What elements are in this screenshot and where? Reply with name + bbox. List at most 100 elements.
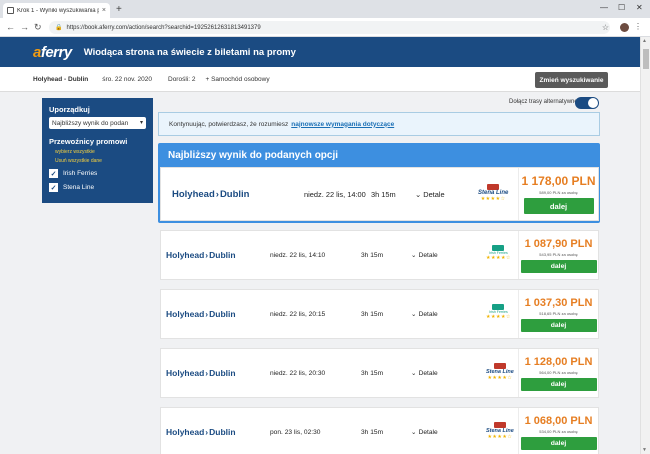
continue-button[interactable]: dalej (520, 377, 597, 391)
browser-menu-icon[interactable]: ⋮ (634, 22, 642, 31)
operator-filter-stena-line[interactable]: ✓ Stena Line (49, 183, 146, 192)
price-block: 1 178,00 PLN 589,00 PLN za osobę dalej (518, 168, 598, 220)
rating-stars: ★★★★☆ (487, 434, 513, 440)
operator-filter-irish-ferries[interactable]: ✓ Irish Ferries (49, 169, 146, 178)
results-content: Uporządkuj Najbliższy wynik do podan ▾ P… (0, 92, 640, 454)
chevron-down-icon: ⌄ (411, 429, 417, 436)
operator-logo: Stena Line ★★★★☆ (486, 422, 514, 440)
url-input[interactable]: 🔒 https://book.aferry.com/action/search?… (49, 21, 610, 34)
new-tab-button[interactable]: + (116, 4, 122, 15)
details-toggle[interactable]: ⌄ Detale (415, 190, 445, 199)
total-price: 1 178,00 PLN (521, 174, 596, 188)
forward-icon[interactable]: → (20, 22, 29, 32)
checkbox-checked-icon[interactable]: ✓ (49, 169, 58, 178)
result-card: Holyhead›Dublin niedz. 22 lis, 20:30 3h … (160, 348, 599, 398)
result-datetime: niedz. 22 lis, 14:00 (304, 189, 366, 199)
chevron-right-icon: › (215, 188, 219, 200)
checkbox-checked-icon[interactable]: ✓ (49, 183, 58, 192)
result-route: Holyhead›Dublin (166, 309, 236, 319)
best-result-card: Holyhead›Dublin niedz. 22 lis, 14:00 3h … (160, 167, 599, 221)
close-window-icon[interactable]: ✕ (636, 3, 643, 12)
search-summary-bar: Holyhead - Dublin śro. 22 nov. 2020 Doro… (0, 67, 640, 92)
result-duration: 3h 15m (371, 189, 396, 199)
summary-route: Holyhead - Dublin (33, 75, 89, 83)
back-icon[interactable]: ← (6, 22, 15, 32)
details-toggle[interactable]: ⌄ Detale (411, 251, 438, 260)
alt-routes-label: Dołącz trasy alternatywne (509, 99, 578, 105)
total-price: 1 068,00 PLN (524, 414, 593, 427)
minimize-icon[interactable]: — (600, 3, 608, 12)
sort-select[interactable]: Najbliższy wynik do podan ▾ (49, 117, 146, 129)
chevron-right-icon: › (205, 250, 209, 260)
operator-logo: Stena Line ★★★★☆ (486, 363, 514, 381)
details-toggle[interactable]: ⌄ Detale (411, 369, 438, 378)
total-price: 1 128,00 PLN (524, 355, 593, 368)
summary-passengers: Dorośli: 2 (168, 75, 196, 83)
result-card: Holyhead›Dublin niedz. 22 lis, 14:10 3h … (160, 230, 599, 280)
filters-sidebar: Uporządkuj Najbliższy wynik do podan ▾ P… (42, 98, 153, 203)
result-duration: 3h 15m (361, 310, 384, 318)
result-route: Holyhead›Dublin (166, 427, 236, 437)
scroll-down-icon[interactable]: ▼ (642, 447, 647, 453)
result-datetime: niedz. 22 lis, 14:10 (270, 251, 326, 259)
scroll-up-icon[interactable]: ▲ (642, 38, 647, 44)
summary-vehicle: + Samochód osobowy (205, 75, 270, 83)
browser-tab[interactable]: Krok 1 - Wyniki wyszukiwania p... × (3, 3, 110, 18)
chevron-down-icon: ⌄ (411, 311, 417, 318)
price-per-person: 589,00 PLN za osobę (539, 190, 578, 195)
result-card: Holyhead›Dublin niedz. 22 lis, 20:15 3h … (160, 289, 599, 339)
chevron-right-icon: › (205, 368, 209, 378)
reload-icon[interactable]: ↻ (34, 22, 42, 33)
rating-stars: ★★★★☆ (480, 196, 506, 202)
details-toggle[interactable]: ⌄ Detale (411, 428, 438, 437)
price-block: 1 087,90 PLN 543,95 PLN za osobę dalej (518, 231, 598, 279)
result-route: Holyhead›Dublin (166, 250, 236, 260)
site-header: aferry Wiodąca strona na świecie z bilet… (0, 37, 640, 67)
total-price: 1 087,90 PLN (524, 237, 593, 250)
price-per-person: 543,95 PLN za osobę (539, 251, 578, 257)
details-toggle[interactable]: ⌄ Detale (411, 310, 438, 319)
result-duration: 3h 15m (361, 428, 384, 436)
continue-button[interactable]: dalej (520, 259, 597, 273)
operators-title: Przewoźnicy promowi (49, 137, 128, 146)
continue-button[interactable]: dalej (520, 436, 597, 450)
page-scrollbar[interactable]: ▲ ▼ (640, 37, 650, 454)
result-datetime: niedz. 22 lis, 20:15 (270, 310, 326, 318)
change-search-button[interactable]: Zmień wyszukiwanie (535, 72, 608, 88)
result-card: Holyhead›Dublin pon. 23 lis, 02:30 3h 15… (160, 407, 599, 454)
maximize-icon[interactable]: ☐ (618, 3, 625, 12)
price-block: 1 128,00 PLN 564,00 PLN za osobę dalej (518, 349, 598, 397)
alt-routes-toggle[interactable] (575, 97, 599, 109)
continue-button[interactable]: dalej (520, 318, 597, 332)
result-duration: 3h 15m (361, 369, 384, 377)
select-all-link[interactable]: wybierz wszystkie (55, 149, 146, 155)
chevron-right-icon: › (205, 427, 209, 437)
result-datetime: pon. 23 lis, 02:30 (270, 428, 321, 436)
scroll-thumb[interactable] (643, 49, 649, 69)
requirements-link[interactable]: najnowsze wymagania dotyczące (291, 121, 394, 128)
operator-logo: Stena Line ★★★★☆ (478, 184, 508, 202)
price-per-person: 518,65 PLN za osobę (539, 310, 578, 316)
best-result-title: Najbliższy wynik do podanych opcji (168, 150, 339, 161)
summary-date: śro. 22 nov. 2020 (102, 75, 152, 83)
deselect-all-link[interactable]: Usuń wszystkie dane (55, 158, 146, 164)
continue-button[interactable]: dalej (523, 198, 594, 214)
chevron-right-icon: › (205, 309, 209, 319)
bookmark-star-icon[interactable]: ☆ (602, 23, 609, 32)
result-datetime: niedz. 22 lis, 20:30 (270, 369, 326, 377)
price-block: 1 068,00 PLN 534,00 PLN za osobę dalej (518, 408, 598, 454)
notice-text: Kontynuując, potwierdzasz, że rozumiesz (169, 120, 289, 128)
rating-stars: ★★★★☆ (487, 375, 513, 381)
price-per-person: 564,00 PLN za osobę (539, 369, 578, 375)
result-route: Holyhead›Dublin (172, 188, 250, 200)
price-block: 1 037,30 PLN 518,65 PLN za osobę dalej (518, 290, 598, 338)
profile-avatar[interactable] (620, 23, 629, 32)
price-per-person: 534,00 PLN za osobę (539, 428, 578, 434)
aferry-logo[interactable]: aferry (33, 44, 72, 61)
close-tab-icon[interactable]: × (102, 7, 106, 14)
tab-title: Krok 1 - Wyniki wyszukiwania p... (17, 7, 99, 14)
result-route: Holyhead›Dublin (166, 368, 236, 378)
requirements-notice: Kontynuując, potwierdzasz, że rozumiesz … (158, 112, 600, 136)
page-favicon-icon (7, 7, 14, 14)
operator-logo: Irish Ferries ★★★★☆ (486, 304, 511, 320)
